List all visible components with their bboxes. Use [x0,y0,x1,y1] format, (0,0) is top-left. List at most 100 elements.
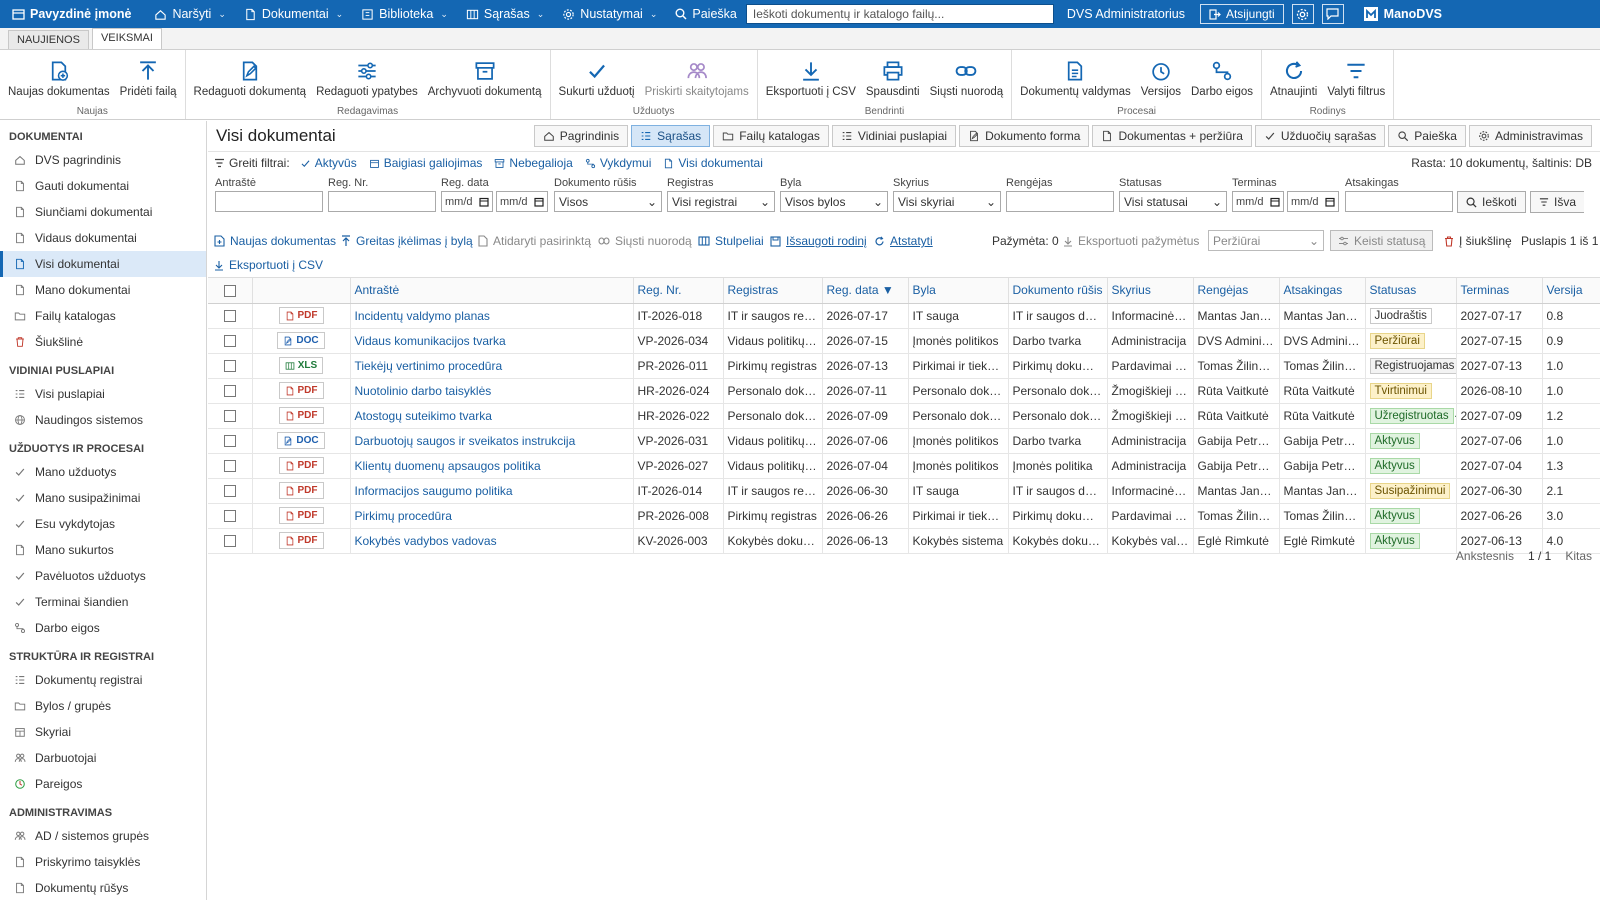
table-row[interactable]: PDF Kokybės vadybos vadovas KV-2026-003 Kok… [208,528,1600,554]
chat-button[interactable] [1321,4,1344,24]
top-menu-sarasas[interactable]: Sąrašas ⌄ [457,0,553,28]
logout-button[interactable]: Atsijungti [1199,4,1284,24]
spausdinti-button[interactable]: Spausdinti [861,50,925,106]
valyti-filtrus-button[interactable]: Valyti filtrus [1322,50,1390,106]
sidebar-item-skyriai[interactable]: Skyriai [0,719,206,745]
sidebar-item-ad-sistemos-grupes[interactable]: AD / sistemos grupės [0,823,206,849]
sidebar-item-priskyrimo-taisykles[interactable]: Priskyrimo taisyklės [0,849,206,875]
column-header[interactable] [252,278,351,304]
table-row[interactable]: PDF Incidentų valdymo planas IT-2026-018 IT… [208,303,1600,329]
view-tab-administravimas[interactable]: Administravimas [1468,125,1592,147]
document-title-link[interactable]: Darbuotojų saugos ir sveikatos instrukci… [355,434,576,448]
row-checkbox[interactable] [223,335,236,348]
sidebar-item-mano-susipazinimai[interactable]: Mano susipažinimai [0,485,206,511]
cell-title[interactable]: Informacijos saugumo politika [350,478,634,504]
search-input[interactable] [745,4,1054,24]
sidebar-item-failu-katalogas[interactable]: Failų katalogas [0,303,206,329]
document-title-link[interactable]: Atostogų suteikimo tvarka [355,409,492,423]
table-row[interactable]: PDF Atostogų suteikimo tvarka HR-2026-022 P… [208,403,1600,429]
top-menu-nustatymai[interactable]: Nustatymai ⌄ [553,0,666,28]
export-csv-action[interactable]: Eksportuoti į CSV [214,258,323,272]
sidebar-item-terminai-siandien[interactable]: Terminai šiandien [0,589,206,615]
quick-filter-baigiasi-galiojimas[interactable]: Baigiasi galiojimas [369,156,482,170]
document-title-link[interactable]: Kokybės vadybos vadovas [355,534,497,548]
quick-filter-aktyvus[interactable]: Aktyvūs [300,156,357,170]
view-tab-sarasas[interactable]: Sąrašas [631,125,711,147]
view-tab-failu-katalogas[interactable]: Failų katalogas [713,125,829,147]
table-row[interactable]: XLS Tiekėjų vertinimo procedūra PR-2026-01… [208,353,1600,379]
row-checkbox[interactable] [223,535,236,548]
redaguoti-ypatybes-button[interactable]: Redaguoti ypatybes [311,50,423,106]
row-checkbox[interactable] [223,510,236,523]
sidebar-item-naudingos-sistemos[interactable]: Naudingos sistemos [0,407,206,433]
document-title-link[interactable]: Klientų duomenų apsaugos politika [355,459,541,473]
reg-nr-input[interactable] [328,191,436,212]
dokumentu-valdymas-button[interactable]: Dokumentų valdymas [1015,50,1136,106]
settings-button[interactable] [1291,4,1314,24]
reg-data-from[interactable]: mm/d [441,191,493,212]
view-tab-dokumentas-perziura[interactable]: Dokumentas + peržiūra [1092,125,1252,147]
sidebar-item-mano-dokumentai[interactable]: Mano dokumentai [0,277,206,303]
sidebar-item-dvs-pagrindinis[interactable]: DVS pagrindinis [0,147,206,173]
antraste-input[interactable] [215,191,323,212]
terminas-to[interactable]: mm/d [1287,191,1339,212]
document-title-link[interactable]: Nuotolinio darbo taisyklės [355,384,492,398]
pager-next[interactable]: Kitas [1565,549,1592,563]
user-name[interactable]: DVS Administratorius [1058,0,1194,28]
view-tab-dokumento-forma[interactable]: Dokumento forma [959,125,1090,147]
tab-naujienos[interactable]: NAUJIENOS [8,30,89,49]
column-header[interactable]: Statusas [1365,278,1457,304]
sidebar-item-siuksline[interactable]: Šiukšlinė [0,329,206,355]
table-row[interactable]: DOC Darbuotojų saugos ir sveikatos instru… [208,428,1600,454]
statusas-select[interactable]: Visi statusai ⌄ [1119,191,1227,212]
versijos-button[interactable]: Versijos [1136,50,1186,106]
darbo-eigos-button[interactable]: Darbo eigos [1186,50,1258,106]
save-view-action[interactable]: Išsaugoti rodinį [770,234,867,248]
sidebar-item-siunciami-dokumentai[interactable]: Siunčiami dokumentai [0,199,206,225]
sidebar-item-pareigos[interactable]: Pareigos [0,771,206,797]
send-link-action[interactable]: Siųsti nuorodą [598,234,692,248]
sidebar-item-esu-vykdytojas[interactable]: Esu vykdytojas [0,511,206,537]
row-checkbox[interactable] [223,460,236,473]
cell-title[interactable]: Vidaus komunikacijos tvarka [350,328,634,354]
sidebar-item-bylos-grupes[interactable]: Bylos / grupės [0,693,206,719]
cell-title[interactable]: Darbuotojų saugos ir sveikatos instrukci… [350,428,634,454]
priskirti-skaitytojams-button[interactable]: Priskirti skaitytojams [640,50,754,106]
skyrius-select[interactable]: Visi skyriai ⌄ [893,191,1001,212]
table-row[interactable]: PDF Pirkimų procedūra PR-2026-008 Pirkimų r… [208,503,1600,529]
cell-title[interactable]: Klientų duomenų apsaugos politika [350,453,634,479]
sukurti-uzduoti-button[interactable]: Sukurti užduotį [554,50,640,106]
sidebar-item-mano-sukurtos[interactable]: Mano sukurtos [0,537,206,563]
sidebar-item-darbo-eigos[interactable]: Darbo eigos [0,615,206,641]
table-row[interactable]: PDF Klientų duomenų apsaugos politika VP-2… [208,453,1600,479]
document-title-link[interactable]: Incidentų valdymo planas [355,309,490,323]
sidebar-item-visi-puslapiai[interactable]: Visi puslapiai [0,381,206,407]
sidebar-item-paveluotos-uzduotys[interactable]: Pavėluotos užduotys [0,563,206,589]
column-header[interactable]: Versija [1542,278,1600,304]
reg-data-to[interactable]: mm/d [496,191,548,212]
registras-select[interactable]: Visi registrai ⌄ [667,191,775,212]
atnaujinti-button[interactable]: Atnaujinti [1265,50,1322,106]
sidebar-item-visi-dokumentai[interactable]: Visi dokumentai [0,251,206,277]
column-header[interactable]: Rengėjas [1193,278,1280,304]
document-title-link[interactable]: Tiekėjų vertinimo procedūra [355,359,503,373]
column-header[interactable]: Atsakingas [1279,278,1366,304]
column-header[interactable]: Registras [723,278,823,304]
archyvuoti-dokumenta-button[interactable]: Archyvuoti dokumentą [423,50,547,106]
rusis-select[interactable]: Visos ⌄ [554,191,662,212]
naujas-dokumentas-button[interactable]: Naujas dokumentas [3,50,115,106]
document-title-link[interactable]: Informacijos saugumo politika [355,484,513,498]
column-header[interactable]: Dokumento rūšis [1008,278,1108,304]
sidebar-item-vidaus-dokumentai[interactable]: Vidaus dokumentai [0,225,206,251]
pager-prev[interactable]: Ankstesnis [1456,549,1514,563]
cell-title[interactable]: Tiekėjų vertinimo procedūra [350,353,634,379]
sidebar-item-dokumentu-registrai[interactable]: Dokumentų registrai [0,667,206,693]
cell-title[interactable]: Nuotolinio darbo taisyklės [350,378,634,404]
reset-view-action[interactable]: Atstatyti [874,234,933,248]
view-tab-pagrindinis[interactable]: Pagrindinis [533,125,629,147]
column-header[interactable]: Skyrius [1107,278,1194,304]
row-checkbox[interactable] [223,410,236,423]
quick-filter-visi-dokumentai[interactable]: Visi dokumentai [663,156,763,170]
search-button[interactable]: Ieškoti [1457,191,1526,213]
quick-filter-nebegalioja[interactable]: Nebegalioja [494,156,573,170]
